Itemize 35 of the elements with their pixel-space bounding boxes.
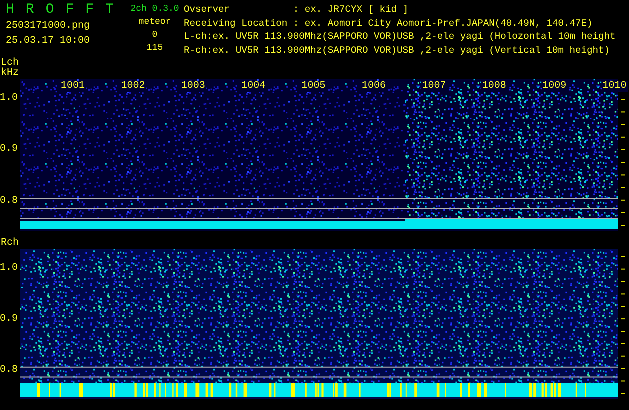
channel-label: Rch (1, 239, 20, 249)
time-label: 1002 (120, 81, 146, 92)
meteor-label: meteor (138, 16, 172, 29)
unit-label: kHz (1, 69, 20, 79)
axis-label: 0.8 (0, 366, 18, 376)
app-title-letter: H (6, 2, 14, 18)
app-title-letter: R (26, 2, 34, 18)
app-title-letter: T (106, 2, 114, 18)
channel-label: Lch (1, 59, 20, 69)
meteor-count: 115 (146, 42, 164, 55)
meteor-count: 0 (152, 29, 158, 42)
time-label: 1009 (542, 81, 568, 92)
time-label: 1010 (602, 81, 628, 92)
info-line: L-ch:ex. UV5R 113.900Mhz(SAPPORO VOR)USB ,2-ele yagi (Holozontal 10m height (184, 30, 616, 44)
time-label: 1004 (240, 81, 267, 92)
app-title-letter: F (86, 2, 94, 18)
time-label: 1005 (300, 81, 327, 92)
info-line: R-ch:ex. UV5R 113.900Mhz(SAPPORO VOR)USB ,2-ele yagi (Vertical 10m height) (184, 44, 612, 57)
axis-label: 0.9 (0, 145, 18, 156)
app-title-letter: F (66, 2, 74, 18)
time-label: 1008 (481, 81, 508, 92)
date-time: 25.03.17 10:00 (6, 35, 92, 48)
version-label: 2ch 0.3.0 (130, 3, 180, 16)
axis-label: 1.0 (0, 264, 18, 274)
app-title-letter: O (46, 2, 54, 18)
axis-label: 0.9 (0, 314, 18, 324)
axis-label: 1.0 (0, 94, 18, 104)
time-label: 1001 (60, 81, 86, 92)
time-label: 1007 (421, 81, 448, 92)
info-line: Receiving Location : ex. Aomori City Aomori-Pref.JAPAN(40.49N, 140.47E) (184, 16, 594, 30)
axis-label: 0.8 (0, 197, 18, 208)
info-line: Ovserver : ex. JR7CYX [ kid ] (184, 3, 410, 16)
time-label: 1006 (361, 81, 388, 92)
time-label: 1003 (180, 81, 206, 92)
file-name: 2503171000.png (6, 20, 92, 33)
